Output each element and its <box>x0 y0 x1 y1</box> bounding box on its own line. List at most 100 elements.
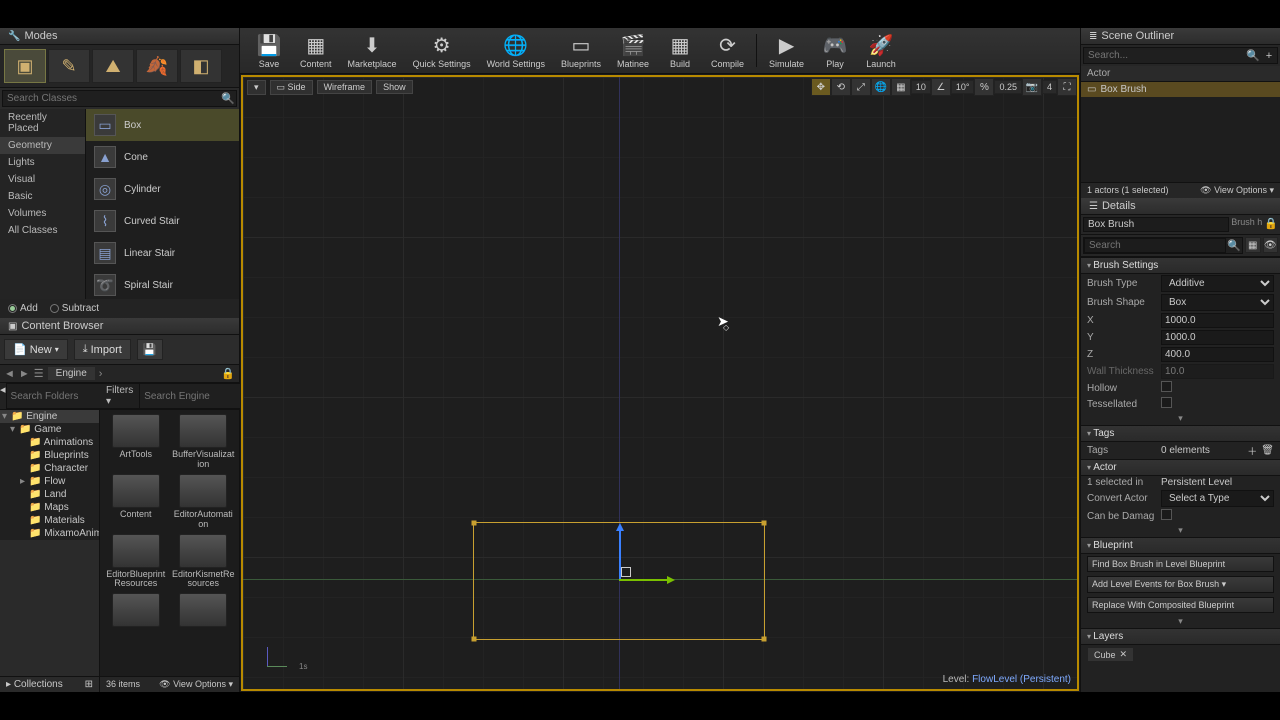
tree-maps[interactable]: 📁 Maps <box>0 501 99 514</box>
remove-layer-icon[interactable]: ✕ <box>1120 649 1128 660</box>
maximize-icon[interactable]: ⛶ <box>1057 78 1077 96</box>
mode-foliage[interactable]: 🍂 <box>136 49 178 83</box>
view-options-button[interactable]: 👁 View Options ▾ <box>159 679 233 690</box>
mode-geometry[interactable]: ◧ <box>180 49 222 83</box>
collections-header[interactable]: ▸ Collections ⊞ <box>0 676 99 692</box>
lock-icon[interactable]: 🔒 <box>1264 217 1278 232</box>
toolbar-blueprints[interactable]: ▭Blueprints <box>553 30 609 71</box>
asset-item[interactable]: BufferVisualization <box>172 414 236 470</box>
tree-game[interactable]: ▾📁 Game <box>0 423 99 436</box>
hollow-checkbox[interactable] <box>1161 381 1172 392</box>
actor-name-field[interactable] <box>1083 217 1229 232</box>
shape-spiral-stair[interactable]: ➰Spiral Stair <box>86 269 239 299</box>
modes-search[interactable]: 🔍 <box>2 90 237 107</box>
csg-subtract[interactable]: Subtract <box>50 303 99 314</box>
add-level-events-button[interactable]: Add Level Events for Box Brush ▾ <box>1087 576 1274 593</box>
cat-geometry[interactable]: Geometry <box>0 137 85 154</box>
toolbar-build[interactable]: ▦Build <box>657 30 703 71</box>
modes-tab[interactable]: 🔧 Modes <box>0 28 239 45</box>
asset-item[interactable] <box>104 593 168 627</box>
breadcrumb[interactable]: Engine <box>48 367 95 380</box>
details-search-input[interactable] <box>1084 238 1226 253</box>
transform-scale-icon[interactable]: ⤢ <box>851 78 871 96</box>
replace-blueprint-button[interactable]: Replace With Composited Blueprint <box>1087 597 1274 613</box>
expand-icon[interactable]: ▾ <box>1081 524 1280 537</box>
find-in-blueprint-button[interactable]: Find Box Brush in Level Blueprint <box>1087 556 1274 572</box>
gizmo-plane[interactable] <box>621 567 631 577</box>
clear-tags-icon[interactable]: 🗑 <box>1261 445 1274 456</box>
csg-add[interactable]: Add <box>8 303 38 314</box>
mode-paint[interactable]: ✎ <box>48 49 90 83</box>
cb-save-button[interactable]: 💾 <box>137 339 163 360</box>
tree-mixamo[interactable]: 📁 MixamoAnimPac <box>0 527 99 540</box>
outliner-search-input[interactable] <box>1084 48 1245 63</box>
asset-item[interactable] <box>172 593 236 627</box>
lock-icon[interactable]: 🔒 <box>221 367 235 380</box>
asset-item[interactable]: Content <box>104 474 168 530</box>
tree-materials[interactable]: 📁 Materials <box>0 514 99 527</box>
brush-shape-select[interactable]: Box <box>1161 294 1274 311</box>
grid-snap-icon[interactable]: ▦ <box>891 78 911 96</box>
tree-character[interactable]: 📁 Character <box>0 462 99 475</box>
mode-landscape[interactable]: ⛰ <box>92 49 134 83</box>
tree-land[interactable]: 📁 Land <box>0 488 99 501</box>
brush-x-field[interactable] <box>1161 313 1274 328</box>
scale-snap-value[interactable]: 0.25 <box>994 80 1022 94</box>
section-brush-settings[interactable]: Brush Settings <box>1081 257 1280 274</box>
add-tag-icon[interactable]: ＋ <box>1247 443 1257 458</box>
modes-search-input[interactable] <box>3 91 220 106</box>
angle-snap-icon[interactable]: ∠ <box>931 78 951 96</box>
add-collection-icon[interactable]: ⊞ <box>85 679 93 690</box>
cb-new-button[interactable]: 📄New▾ <box>4 339 68 360</box>
convert-actor-select[interactable]: Select a Type <box>1161 490 1274 507</box>
property-matrix-icon[interactable]: ▦ <box>1245 237 1261 253</box>
camera-speed-value[interactable]: 4 <box>1042 80 1057 94</box>
viewport-mode[interactable]: ▭ Side <box>270 80 313 95</box>
asset-item[interactable]: EditorAutomation <box>172 474 236 530</box>
viewport-menu[interactable]: ▾ <box>247 80 266 95</box>
path-icon[interactable]: ☰ <box>34 367 44 380</box>
outliner-view-options[interactable]: 👁 View Options ▾ <box>1200 185 1274 196</box>
eye-icon[interactable]: 👁 <box>1263 237 1279 253</box>
tessellated-checkbox[interactable] <box>1161 397 1172 408</box>
expand-icon[interactable]: ▾ <box>1081 412 1280 425</box>
viewport-shading[interactable]: Wireframe <box>317 80 373 94</box>
transform-select-icon[interactable]: ✥ <box>811 78 831 96</box>
cat-lights[interactable]: Lights <box>0 154 85 171</box>
filters-button[interactable]: Filters ▾ <box>100 383 139 409</box>
section-layers[interactable]: Layers <box>1081 628 1280 645</box>
tree-engine[interactable]: ▾📁 Engine <box>0 410 99 423</box>
shape-cylinder[interactable]: ◎Cylinder <box>86 173 239 205</box>
toolbar-world-settings[interactable]: 🌐World Settings <box>479 30 553 71</box>
brush-type-select[interactable]: Additive <box>1161 275 1274 292</box>
brush-y-field[interactable] <box>1161 330 1274 345</box>
outliner-tab[interactable]: ≣ Scene Outliner <box>1081 28 1280 45</box>
asset-item[interactable]: ArtTools <box>104 414 168 470</box>
grid-snap-value[interactable]: 10 <box>911 80 931 94</box>
shape-box[interactable]: ▭Box <box>86 109 239 141</box>
toolbar-simulate[interactable]: ▶Simulate <box>761 30 812 71</box>
toolbar-marketplace[interactable]: ⬇Marketplace <box>340 30 405 71</box>
section-tags[interactable]: Tags <box>1081 425 1280 442</box>
viewport[interactable]: ▾ ▭ Side Wireframe Show ✥ ⟲ ⤢ 🌐 ▦ 10 ∠ 1… <box>241 75 1079 691</box>
section-blueprint[interactable]: Blueprint <box>1081 537 1280 554</box>
camera-speed-icon[interactable]: 📷 <box>1022 78 1042 96</box>
section-actor[interactable]: Actor <box>1081 459 1280 476</box>
cat-recently-placed[interactable]: Recently Placed <box>0 109 85 137</box>
add-actor-icon[interactable]: + <box>1261 50 1277 62</box>
scale-snap-icon[interactable]: % <box>974 78 994 96</box>
coord-space-icon[interactable]: 🌐 <box>871 78 891 96</box>
toolbar-quick-settings[interactable]: ⚙Quick Settings <box>405 30 479 71</box>
transform-rotate-icon[interactable]: ⟲ <box>831 78 851 96</box>
tree-blueprints[interactable]: 📁 Blueprints <box>0 449 99 462</box>
toolbar-compile[interactable]: ⟳Compile <box>703 30 752 71</box>
back-icon[interactable]: ◄ <box>4 368 15 380</box>
tree-animations[interactable]: 📁 Animations <box>0 436 99 449</box>
toolbar-content[interactable]: ▦Content <box>292 30 340 71</box>
mode-place[interactable]: ▣ <box>4 49 46 83</box>
cat-visual[interactable]: Visual <box>0 171 85 188</box>
expand-icon[interactable]: ▾ <box>1081 615 1280 628</box>
angle-snap-value[interactable]: 10° <box>951 80 975 94</box>
can-be-damaged-checkbox[interactable] <box>1161 509 1172 520</box>
shape-cone[interactable]: ▲Cone <box>86 141 239 173</box>
